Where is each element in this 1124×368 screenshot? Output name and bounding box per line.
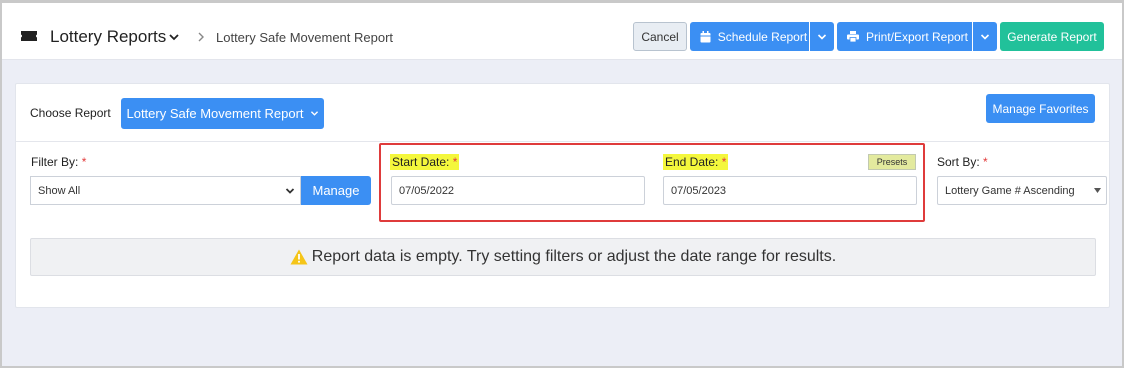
app-window: Lottery Reports Lottery Safe Movement Re… (0, 0, 1124, 368)
calendar-icon (700, 30, 711, 43)
choose-report-dropdown[interactable]: Lottery Safe Movement Report (121, 98, 324, 129)
breadcrumb: Lottery Safe Movement Report (216, 30, 394, 45)
printer-icon (846, 31, 859, 42)
filter-by-value: Show All (38, 184, 81, 197)
required-mark: * (81, 155, 87, 169)
filter-by-label: Filter By: * (31, 155, 87, 169)
print-export-label: Print/Export Report (865, 29, 969, 44)
print-export-button[interactable]: Print/Export Report (837, 22, 972, 51)
chevron-right-icon (198, 32, 204, 42)
ticket-icon (21, 31, 37, 41)
choose-report-label: Choose Report (30, 106, 111, 120)
sort-by-select[interactable]: Lottery Game # Ascending (937, 176, 1107, 205)
empty-report-message: Report data is empty. Try setting filter… (311, 248, 837, 265)
app-title[interactable]: Lottery Reports (50, 27, 166, 47)
schedule-report-button[interactable]: Schedule Report (690, 22, 809, 51)
warning-icon (290, 249, 308, 265)
sort-by-label: Sort By: * (937, 155, 988, 169)
report-panel: Choose Report Lottery Safe Movement Repo… (15, 83, 1110, 308)
sort-by-value: Lottery Game # Ascending (945, 184, 1075, 197)
divider (16, 141, 1109, 142)
schedule-report-label: Schedule Report (717, 29, 808, 44)
caret-down-icon (1094, 188, 1101, 193)
top-bar: Lottery Reports Lottery Safe Movement Re… (2, 3, 1122, 60)
cancel-button[interactable]: Cancel (633, 22, 687, 51)
required-mark: * (983, 155, 988, 169)
annotation-highlight-box (379, 143, 925, 222)
print-export-dropdown[interactable] (973, 22, 997, 51)
chevron-down-icon[interactable] (168, 31, 180, 43)
generate-report-button[interactable]: Generate Report (1000, 22, 1104, 51)
manage-favorites-button[interactable]: Manage Favorites (986, 94, 1095, 123)
schedule-report-dropdown[interactable] (810, 22, 834, 51)
chevron-down-icon (980, 33, 990, 40)
chevron-down-icon (310, 111, 318, 116)
filter-by-select[interactable]: Show All (30, 176, 301, 205)
selected-report: Lottery Safe Movement Report (126, 106, 304, 121)
chevron-down-icon (285, 188, 295, 194)
chevron-down-icon (817, 33, 827, 40)
empty-report-alert: Report data is empty. Try setting filter… (30, 238, 1096, 276)
manage-filters-button[interactable]: Manage (301, 176, 371, 205)
